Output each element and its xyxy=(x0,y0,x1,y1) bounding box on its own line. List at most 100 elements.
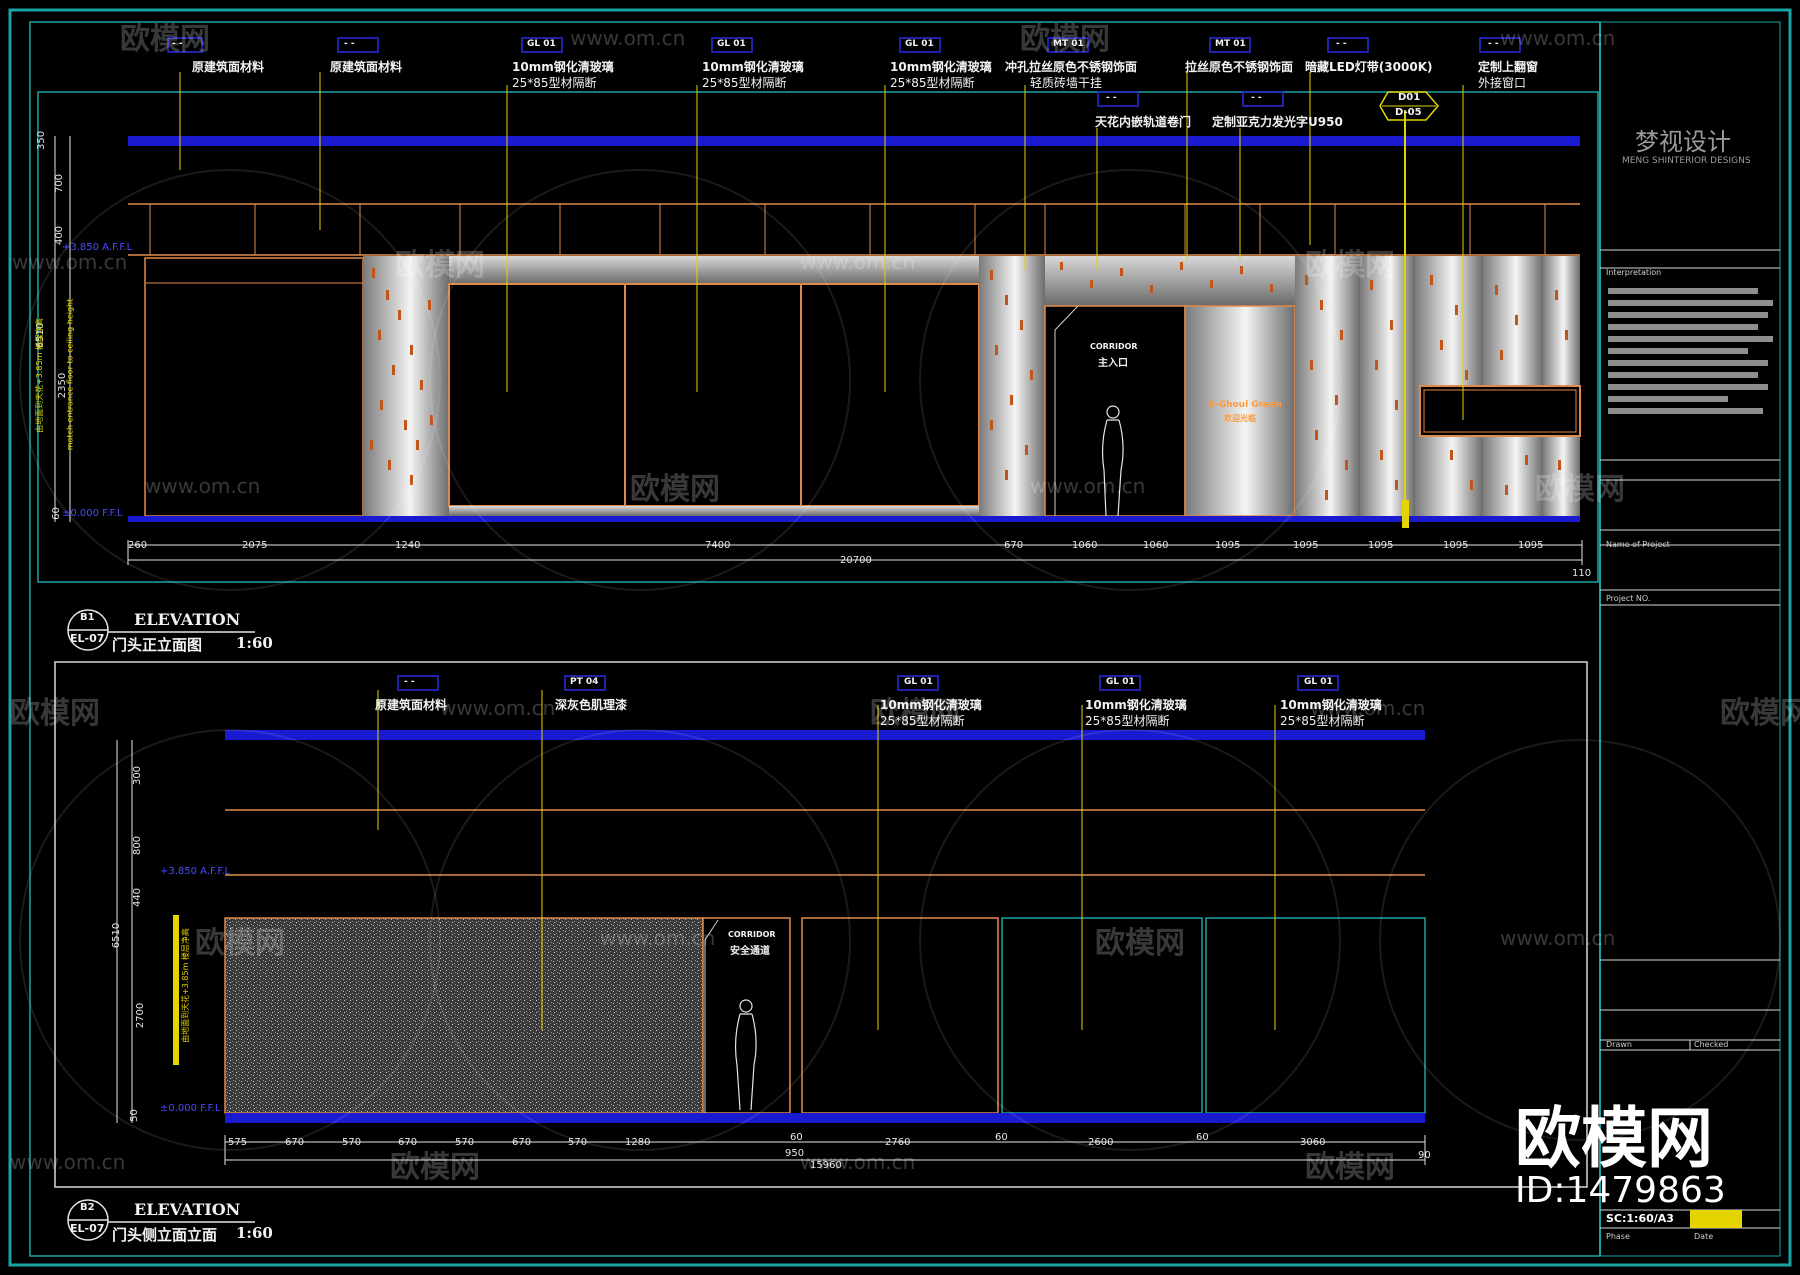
material-label: 定制上翻窗 xyxy=(1478,60,1539,74)
width-dim: 60 xyxy=(1196,1132,1209,1143)
material-label-sub: 25*85型材隔断 xyxy=(890,76,975,90)
watermark-url: www.om.cn xyxy=(12,250,128,274)
width-dim: 60 xyxy=(995,1132,1008,1143)
elevation-scale: 1:60 xyxy=(236,634,273,652)
vertical-note: 由地面到天花+3.85m 楼层净高 xyxy=(180,928,190,1043)
width-dim: 2075 xyxy=(242,540,268,551)
entrance-sign: 主入口 xyxy=(1098,358,1128,369)
code-tag: MT 01 xyxy=(1215,39,1246,49)
material-label: 拉丝原色不锈钢饰面 xyxy=(1185,60,1294,74)
brand-name: 梦视设计 xyxy=(1635,128,1731,156)
watermark-url: www.om.cn xyxy=(145,474,261,498)
watermark-logo: 欧模网 xyxy=(1720,696,1800,731)
project-name-label: Name of Project xyxy=(1606,540,1670,549)
code-tag: GL 01 xyxy=(905,39,934,49)
project-no-label: Project NO. xyxy=(1606,594,1651,603)
code-tag: PT 04 xyxy=(570,677,599,687)
height-dim: 440 xyxy=(132,887,144,908)
bubble-top: B1 xyxy=(80,612,95,623)
height-dim: 800 xyxy=(132,835,144,856)
total-width-dim: 20700 xyxy=(840,555,872,566)
width-dim: 670 xyxy=(285,1137,305,1148)
code-tag: GL 01 xyxy=(717,39,746,49)
watermark-url: www.om.cn xyxy=(800,1150,916,1174)
watermark-id: ID:1479863 xyxy=(1515,1170,1726,1211)
material-label: 10mm钢化清玻璃 xyxy=(702,60,804,74)
watermark-url: www.om.cn xyxy=(570,26,686,50)
scale-cell-highlight xyxy=(1690,1210,1742,1228)
watermark-logo: 欧模网 xyxy=(195,926,285,961)
elevation1-drawing xyxy=(37,91,1599,583)
width-dim: 2600 xyxy=(1088,1137,1114,1148)
bubble-bottom: EL-07 xyxy=(70,1222,105,1235)
watermark-logo: 欧模网 xyxy=(10,696,100,731)
code-tag: - - xyxy=(1251,93,1262,103)
logo-sign: A-Ghoul Green xyxy=(1208,400,1282,410)
watermark-logo: 欧模网 xyxy=(390,1150,480,1185)
code-tag: - - xyxy=(1488,39,1499,49)
width-dim: 1095 xyxy=(1215,540,1241,551)
interpretation-label: Interpretation xyxy=(1606,268,1662,277)
watermark-url: www.om.cn xyxy=(600,926,716,950)
title-block xyxy=(1599,21,1781,1257)
height-dim: 400 xyxy=(54,225,66,246)
width-dim: 670 xyxy=(1004,540,1024,551)
watermark-logo: 欧模网 xyxy=(395,248,485,283)
material-label: 深灰色肌理漆 xyxy=(555,698,628,712)
width-dim: 1060 xyxy=(1143,540,1169,551)
checked-label: Checked xyxy=(1694,1040,1729,1049)
drawn-label: Drawn xyxy=(1606,1040,1632,1049)
door-sign: 安全通道 xyxy=(730,946,770,957)
watermark-logo: 欧模网 xyxy=(1535,472,1625,507)
width-dim: 1060 xyxy=(1072,540,1098,551)
code-tag: - - xyxy=(344,39,355,49)
code-boxes-2 xyxy=(397,675,1339,691)
width-dim: 1280 xyxy=(625,1137,651,1148)
watermark-url: www.om.cn xyxy=(10,1150,126,1174)
height-dim: 60 xyxy=(50,507,62,520)
vertical-note: 由地面到天花+3.85m 楼层净高 xyxy=(34,318,44,433)
material-label: 原建筑面材料 xyxy=(375,698,448,712)
watermark-url: www.om.cn xyxy=(1310,696,1426,720)
entrance-sign-en: CORRIDOR xyxy=(1090,342,1138,351)
watermark-logo: 欧模网 xyxy=(120,22,210,57)
level-mark-top: +3.850 A.F.F.L xyxy=(160,866,231,877)
height-dim: 50 xyxy=(128,1109,140,1122)
code-tag: - - xyxy=(1106,93,1117,103)
phase-label: Phase xyxy=(1606,1232,1630,1241)
section-tag-bottom: D-05 xyxy=(1395,107,1422,118)
width-dim: 670 xyxy=(512,1137,532,1148)
material-label: 原建筑面材料 xyxy=(192,60,265,74)
height-dim: 2700 xyxy=(135,1002,147,1029)
code-tag: GL 01 xyxy=(1106,677,1135,687)
watermark-logo-large: 欧模网 xyxy=(1515,1100,1713,1177)
width-dim: 1240 xyxy=(395,540,421,551)
material-label: 10mm钢化清玻璃 xyxy=(1085,698,1187,712)
watermark-url: www.om.cn xyxy=(1500,926,1616,950)
height-dim: 300 xyxy=(132,765,144,786)
section-tag-top: D01 xyxy=(1398,92,1421,103)
door-sign-en: CORRIDOR xyxy=(728,930,776,939)
watermark-logo: 欧模网 xyxy=(1305,1150,1395,1185)
bubble-top: B2 xyxy=(80,1202,95,1213)
watermark-logo: 欧模网 xyxy=(630,472,720,507)
code-tag: GL 01 xyxy=(527,39,556,49)
material-label: 暗藏LED灯带(3000K) xyxy=(1305,60,1433,74)
width-dim: 2760 xyxy=(885,1137,911,1148)
width-dim: 570 xyxy=(342,1137,362,1148)
material-label-sub: 外接窗口 xyxy=(1478,76,1527,90)
elevation-word: ELEVATION xyxy=(134,610,241,629)
code-tag: GL 01 xyxy=(1304,677,1333,687)
width-dim: 1095 xyxy=(1293,540,1319,551)
watermark-logo: 欧模网 xyxy=(1095,926,1185,961)
material-label: 冲孔拉丝原色不锈钢饰面 xyxy=(1005,60,1138,74)
material-label-sub: 轻质砖墙干挂 xyxy=(1030,76,1103,90)
elevation-title: 门头正立面图 xyxy=(112,636,203,654)
date-label: Date xyxy=(1694,1232,1714,1241)
width-dim: 575 xyxy=(228,1137,248,1148)
watermark-logo: 欧模网 xyxy=(1020,22,1110,57)
logo-sign-sub: 欢迎光临 xyxy=(1224,414,1256,423)
width-dim: 1095 xyxy=(1443,540,1469,551)
vertical-note-en: match entrance floor to ceiling height xyxy=(65,298,75,451)
code-tag: GL 01 xyxy=(904,677,933,687)
